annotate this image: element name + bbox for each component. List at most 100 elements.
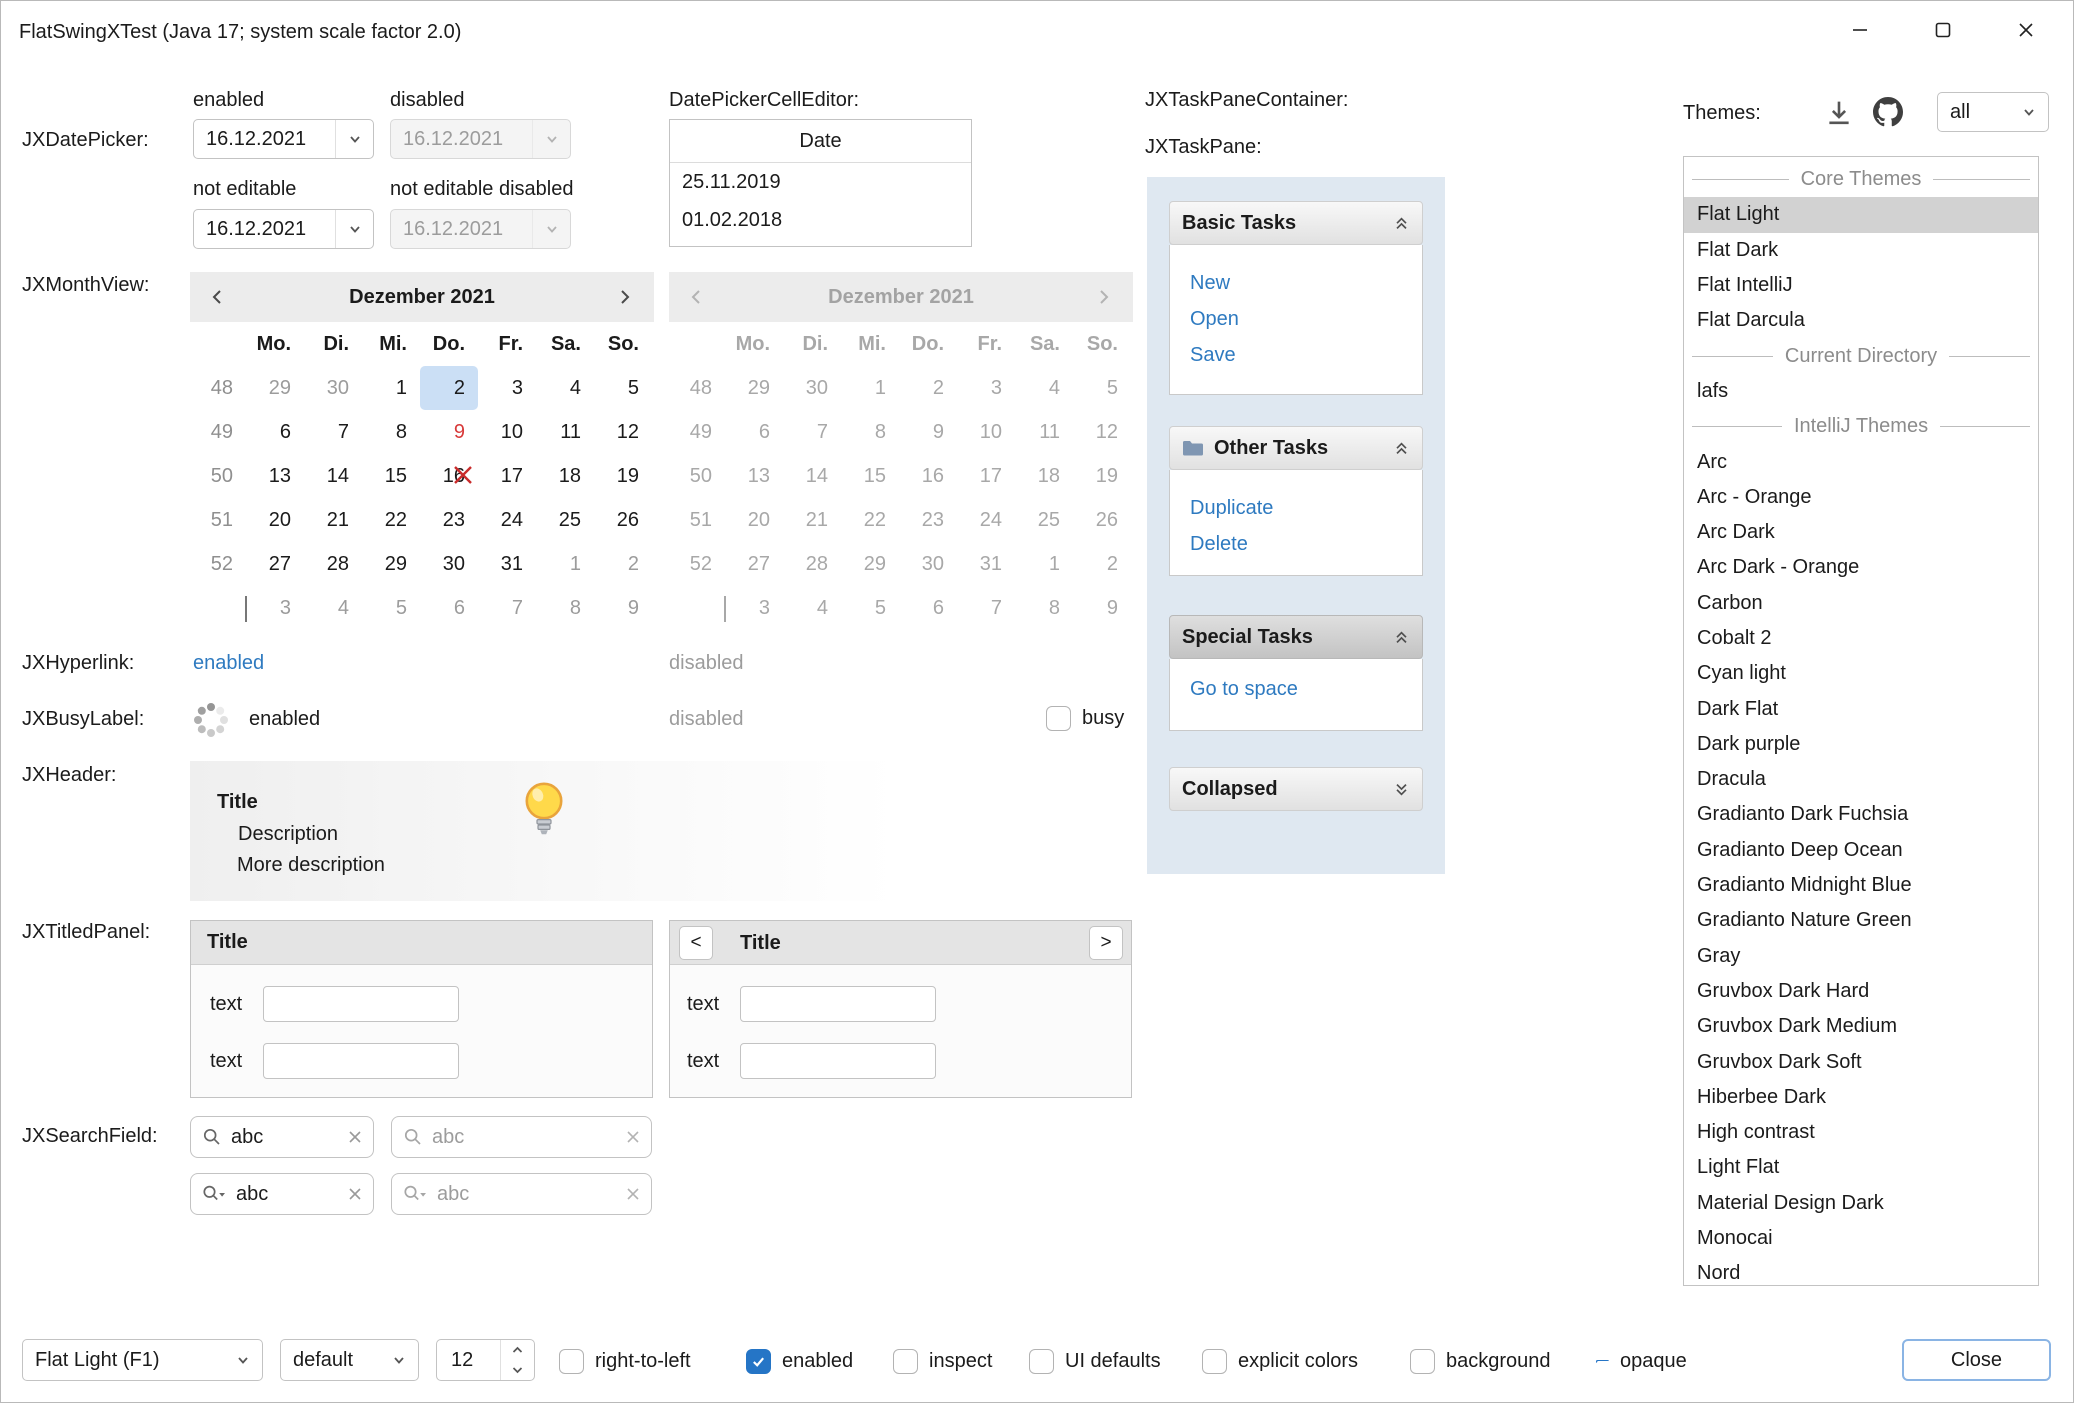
- theme-list-item[interactable]: Dracula: [1684, 762, 2038, 797]
- search-field-with-menu-placeholder[interactable]: abc: [391, 1173, 652, 1215]
- hyperlink-enabled[interactable]: enabled: [193, 648, 264, 678]
- theme-list-item[interactable]: Cyan light: [1684, 656, 2038, 691]
- day-cell[interactable]: 22: [362, 498, 420, 542]
- download-icon[interactable]: [1825, 99, 1853, 127]
- datepicker-dropdown-button[interactable]: [335, 120, 373, 158]
- day-cell[interactable]: 24: [478, 498, 536, 542]
- github-icon[interactable]: [1873, 97, 1903, 127]
- clear-icon[interactable]: [626, 1130, 640, 1144]
- day-cell[interactable]: 1: [536, 542, 594, 586]
- clear-icon[interactable]: [626, 1187, 640, 1201]
- next-button[interactable]: >: [1089, 926, 1123, 960]
- text-input[interactable]: [263, 1043, 459, 1079]
- day-cell[interactable]: 15: [362, 454, 420, 498]
- day-cell[interactable]: 2: [420, 366, 478, 410]
- minimize-button[interactable]: [1827, 1, 1893, 64]
- datepicker-enabled[interactable]: 16.12.2021: [193, 119, 374, 159]
- datepicker-not-editable[interactable]: 16.12.2021: [193, 209, 374, 249]
- theme-list-item[interactable]: Gradianto Midnight Blue: [1684, 868, 2038, 903]
- theme-list-item[interactable]: High contrast: [1684, 1115, 2038, 1150]
- day-cell[interactable]: 3: [246, 586, 304, 630]
- previous-month-icon[interactable]: [190, 272, 248, 322]
- day-cell[interactable]: 29: [246, 366, 304, 410]
- theme-list-item[interactable]: Hiberbee Dark: [1684, 1080, 2038, 1115]
- clear-icon[interactable]: [348, 1187, 362, 1201]
- search-with-menu-icon[interactable]: [403, 1184, 428, 1204]
- clear-icon[interactable]: [348, 1130, 362, 1144]
- checkbox-enabled[interactable]: enabled: [746, 1349, 853, 1374]
- table-column-header[interactable]: Date: [670, 120, 971, 163]
- day-cell[interactable]: 29: [362, 542, 420, 586]
- day-cell[interactable]: 23: [420, 498, 478, 542]
- next-month-icon[interactable]: [596, 272, 654, 322]
- day-cell[interactable]: 1: [362, 366, 420, 410]
- day-cell[interactable]: 21: [304, 498, 362, 542]
- checkbox-explicit-colors[interactable]: explicit colors: [1202, 1349, 1358, 1374]
- task-link[interactable]: Delete: [1170, 526, 1422, 562]
- theme-list-item[interactable]: Gray: [1684, 939, 2038, 974]
- text-input[interactable]: [740, 1043, 936, 1079]
- day-cell[interactable]: 8: [536, 586, 594, 630]
- checkbox-inspect[interactable]: inspect: [893, 1349, 992, 1374]
- task-link[interactable]: New: [1170, 265, 1422, 301]
- theme-list-item[interactable]: Arc Dark: [1684, 515, 2038, 550]
- theme-list-item[interactable]: Arc - Orange: [1684, 480, 2038, 515]
- day-cell[interactable]: 2: [594, 542, 652, 586]
- text-input[interactable]: [740, 986, 936, 1022]
- day-cell[interactable]: 30: [304, 366, 362, 410]
- checkbox-opaque[interactable]: opaque: [1596, 1349, 1687, 1374]
- day-cell[interactable]: 7: [304, 410, 362, 454]
- day-cell[interactable]: 6: [420, 586, 478, 630]
- search-with-menu-icon[interactable]: [202, 1184, 227, 1204]
- day-cell[interactable]: 13: [246, 454, 304, 498]
- day-cell[interactable]: 8: [362, 410, 420, 454]
- theme-list-item[interactable]: Gradianto Deep Ocean: [1684, 833, 2038, 868]
- day-cell[interactable]: 16: [420, 454, 478, 498]
- theme-list-item[interactable]: Light Flat: [1684, 1150, 2038, 1185]
- font-combo[interactable]: default: [280, 1339, 419, 1381]
- theme-list-item[interactable]: Gradianto Nature Green: [1684, 903, 2038, 938]
- theme-list-item[interactable]: Dark purple: [1684, 727, 2038, 762]
- theme-list-item[interactable]: Arc: [1684, 444, 2038, 479]
- theme-list-item[interactable]: Carbon: [1684, 586, 2038, 621]
- day-cell[interactable]: 14: [304, 454, 362, 498]
- theme-list-item[interactable]: Material Design Dark: [1684, 1186, 2038, 1221]
- window-close-button[interactable]: [1993, 1, 2059, 64]
- theme-list-item[interactable]: Gruvbox Dark Soft: [1684, 1044, 2038, 1079]
- laf-combo[interactable]: Flat Light (F1): [22, 1339, 263, 1381]
- task-link[interactable]: Go to space: [1170, 671, 1422, 707]
- theme-list-item[interactable]: Flat IntelliJ: [1684, 268, 2038, 303]
- theme-list-item[interactable]: Cobalt 2: [1684, 621, 2038, 656]
- themes-filter-combo[interactable]: all: [1937, 92, 2049, 132]
- day-cell[interactable]: 17: [478, 454, 536, 498]
- search-field[interactable]: abc: [190, 1116, 374, 1158]
- theme-list-item[interactable]: Dark Flat: [1684, 691, 2038, 726]
- theme-list-item[interactable]: Gruvbox Dark Medium: [1684, 1009, 2038, 1044]
- day-cell[interactable]: 5: [362, 586, 420, 630]
- theme-list-item[interactable]: Flat Light: [1684, 197, 2038, 232]
- day-cell[interactable]: 11: [536, 410, 594, 454]
- text-input[interactable]: [263, 986, 459, 1022]
- maximize-button[interactable]: [1910, 1, 1976, 64]
- theme-list-item[interactable]: Flat Darcula: [1684, 303, 2038, 338]
- taskpane-header[interactable]: Special Tasks: [1169, 615, 1423, 659]
- table-row[interactable]: 01.02.2018: [670, 201, 971, 239]
- monthview-enabled[interactable]: Dezember 2021Mo.Di.Mi.Do.Fr.Sa.So.482930…: [190, 272, 654, 630]
- checkbox-right-to-left[interactable]: right-to-left: [559, 1349, 691, 1374]
- day-cell[interactable]: 19: [594, 454, 652, 498]
- day-cell[interactable]: 25: [536, 498, 594, 542]
- spinner-up-button[interactable]: [501, 1340, 534, 1360]
- day-cell[interactable]: 20: [246, 498, 304, 542]
- themes-list[interactable]: Core ThemesFlat LightFlat DarkFlat Intel…: [1683, 156, 2039, 1286]
- close-dialog-button[interactable]: Close: [1902, 1339, 2051, 1381]
- day-cell[interactable]: 4: [304, 586, 362, 630]
- datepicker-dropdown-button[interactable]: [335, 210, 373, 248]
- task-link[interactable]: Save: [1170, 337, 1422, 373]
- font-size-spinner[interactable]: 12: [436, 1339, 535, 1381]
- task-link[interactable]: Open: [1170, 301, 1422, 337]
- day-cell[interactable]: 30: [420, 542, 478, 586]
- task-link[interactable]: Duplicate: [1170, 490, 1422, 526]
- day-cell[interactable]: 18: [536, 454, 594, 498]
- busy-checkbox[interactable]: busy: [1046, 706, 1124, 731]
- theme-list-item[interactable]: Arc Dark - Orange: [1684, 550, 2038, 585]
